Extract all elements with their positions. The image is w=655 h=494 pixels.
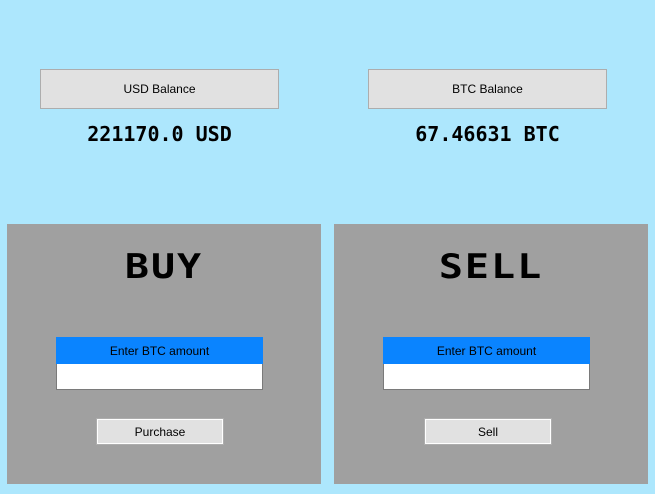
sell-amount-input[interactable] xyxy=(383,364,590,390)
buy-amount-input[interactable] xyxy=(56,364,263,390)
buy-panel: BUY Enter BTC amount Purchase xyxy=(7,224,321,484)
sell-button[interactable]: Sell xyxy=(424,418,552,445)
buy-title: BUY xyxy=(124,247,204,287)
usd-balance-button[interactable]: USD Balance xyxy=(40,69,279,109)
btc-balance-button[interactable]: BTC Balance xyxy=(368,69,607,109)
sell-panel: SELL Enter BTC amount Sell xyxy=(334,224,648,484)
purchase-button[interactable]: Purchase xyxy=(96,418,224,445)
sell-amount-label: Enter BTC amount xyxy=(383,337,590,364)
buy-amount-label: Enter BTC amount xyxy=(56,337,263,364)
btc-balance-value: 67.46631 BTC xyxy=(415,122,560,146)
sell-title: SELL xyxy=(438,247,544,287)
usd-balance-value: 221170.0 USD xyxy=(87,122,232,146)
